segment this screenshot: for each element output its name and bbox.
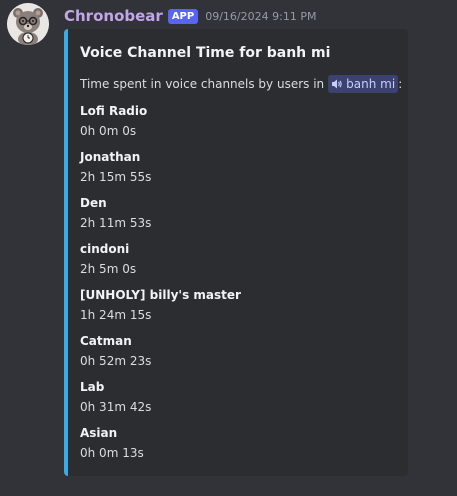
embed-field: Catman 0h 52m 23s bbox=[80, 331, 241, 377]
description-suffix: : bbox=[398, 77, 403, 91]
field-name: Asian bbox=[80, 426, 118, 440]
channel-mention[interactable]: banh mi bbox=[328, 75, 399, 93]
speaker-icon bbox=[332, 79, 342, 89]
timestamp[interactable]: 09/16/2024 9:11 PM bbox=[205, 10, 316, 23]
embed-field: Jonathan 2h 15m 55s bbox=[80, 147, 241, 193]
field-value: 2h 15m 55s bbox=[80, 170, 152, 184]
embed-field: cindoni 2h 5m 0s bbox=[80, 239, 241, 285]
field-name: Den bbox=[80, 196, 107, 210]
embed-field: Lofi Radio 0h 0m 0s bbox=[80, 101, 241, 147]
description-prefix: Time spent in voice channels by users in bbox=[80, 77, 325, 91]
embed-fields: Lofi Radio 0h 0m 0s Jonathan 2h 15m 55s … bbox=[80, 101, 241, 469]
field-name: Jonathan bbox=[80, 150, 141, 164]
embed-description: Time spent in voice channels by users in… bbox=[80, 75, 402, 93]
field-value: 0h 52m 23s bbox=[80, 354, 152, 368]
embed-field: [UNHOLY] billy's master 1h 24m 15s bbox=[80, 285, 241, 331]
embed-field: Asian 0h 0m 13s bbox=[80, 423, 241, 469]
field-name: Catman bbox=[80, 334, 132, 348]
app-badge: APP bbox=[167, 8, 199, 24]
field-value: 0h 0m 13s bbox=[80, 446, 144, 460]
field-value: 1h 24m 15s bbox=[80, 308, 152, 322]
field-name: cindoni bbox=[80, 242, 130, 256]
embed-title: Voice Channel Time for banh mi bbox=[80, 45, 331, 61]
field-name: [UNHOLY] billy's master bbox=[80, 288, 241, 302]
message-header: Chronobear APP 09/16/2024 9:11 PM bbox=[64, 5, 316, 27]
field-value: 0h 0m 0s bbox=[80, 124, 137, 138]
embed: Voice Channel Time for banh mi Time spen… bbox=[64, 29, 408, 476]
bear-avatar-icon[interactable] bbox=[7, 3, 49, 45]
field-value: 2h 11m 53s bbox=[80, 216, 152, 230]
username[interactable]: Chronobear bbox=[64, 7, 163, 25]
field-value: 2h 5m 0s bbox=[80, 262, 137, 276]
embed-field: Lab 0h 31m 42s bbox=[80, 377, 241, 423]
bot-message: Chronobear APP 09/16/2024 9:11 PM Voice … bbox=[0, 0, 457, 496]
field-value: 0h 31m 42s bbox=[80, 400, 152, 414]
embed-field: Den 2h 11m 53s bbox=[80, 193, 241, 239]
channel-mention-label: banh mi bbox=[346, 77, 396, 91]
field-name: Lab bbox=[80, 380, 105, 394]
field-name: Lofi Radio bbox=[80, 104, 148, 118]
